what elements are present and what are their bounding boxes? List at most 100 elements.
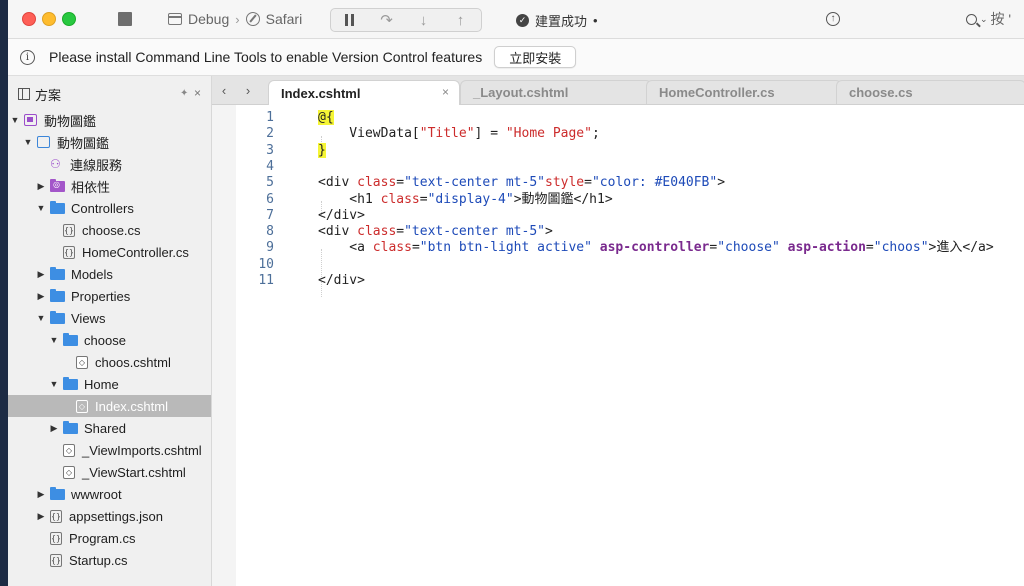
tab-index-cshtml[interactable]: Index.cshtml × xyxy=(268,80,460,105)
tree-item-label: 相依性 xyxy=(71,179,111,195)
close-tab-icon[interactable]: × xyxy=(442,85,449,99)
disclosure-expanded-icon[interactable]: ▼ xyxy=(23,137,33,147)
disclosure-expanded-icon[interactable]: ▼ xyxy=(36,313,46,323)
line-source: <div class="text-center mt-5"style="colo… xyxy=(318,175,725,191)
tree-item-label: Program.cs xyxy=(69,530,136,546)
status-dot: • xyxy=(593,13,598,28)
code-token: = xyxy=(709,240,718,256)
tree-item[interactable]: ▼ choose xyxy=(8,329,211,351)
code-token: class xyxy=(372,240,412,256)
step-over-button[interactable]: ↷ xyxy=(368,9,405,31)
razor-file-icon: ◇ xyxy=(76,355,88,369)
line-source: <div class="text-center mt-5"> xyxy=(318,224,553,240)
minimize-window-button[interactable] xyxy=(42,12,56,26)
tab-choose-cs[interactable]: choose.cs xyxy=(836,80,1024,104)
code-line[interactable]: 10 xyxy=(212,257,1024,273)
solution-pad: 方案 ✦ × ▼ 動物圖鑑 ▼ 動物圖鑑 ⚇ 連線服務 ▶ 相依性 ▼ Controllers {}… xyxy=(8,76,212,586)
chevron-left-icon: ‹ xyxy=(221,82,227,98)
code-line[interactable]: 11 </div> xyxy=(212,273,1024,289)
code-line[interactable]: 3} xyxy=(212,142,1024,159)
close-icon[interactable]: × xyxy=(194,86,201,100)
run-target-selector[interactable]: Debug › Safari xyxy=(168,10,302,28)
tree-item[interactable]: ▼ 動物圖鑑 xyxy=(8,109,211,131)
tree-item[interactable]: ▼ Controllers xyxy=(8,197,211,219)
forward-button[interactable]: › xyxy=(236,76,260,104)
close-window-button[interactable] xyxy=(22,12,36,26)
tree-item[interactable]: {} Program.cs xyxy=(8,527,211,549)
line-number: 10 xyxy=(258,256,274,272)
tree-item[interactable]: ▼ 動物圖鑑 xyxy=(8,131,211,153)
tree-item-label: Shared xyxy=(84,420,126,436)
tree-item-label: appsettings.json xyxy=(69,508,163,524)
csharp-file-icon: {} xyxy=(63,245,75,259)
disclosure-collapsed-icon[interactable]: ▶ xyxy=(36,181,46,192)
tree-item[interactable]: ▶ Shared xyxy=(8,417,211,439)
code-token: > xyxy=(717,175,726,191)
disclosure-collapsed-icon[interactable]: ▶ xyxy=(36,269,46,280)
pin-icon[interactable]: ✦ xyxy=(180,88,188,99)
code-line[interactable]: 5 <div class="text-center mt-5"style="col… xyxy=(212,175,1024,191)
tree-item[interactable]: {} HomeController.cs xyxy=(8,241,211,263)
build-status-text: 建置成功 xyxy=(535,14,588,29)
disclosure-collapsed-icon[interactable]: ▶ xyxy=(36,489,46,500)
solution-pad-title: 方案 xyxy=(35,87,62,103)
tab-label: HomeController.cs xyxy=(659,85,775,100)
tree-item[interactable]: ▶ 相依性 xyxy=(8,175,211,197)
code-line[interactable]: 9 <a class="btn btn-light active" asp-co… xyxy=(212,240,1024,256)
search-box[interactable]: ⌄ 按 ' xyxy=(966,8,1011,30)
code-token: } xyxy=(318,142,326,158)
tree-item[interactable]: ◇ choos.cshtml xyxy=(8,351,211,373)
line-source: @{ xyxy=(318,110,334,126)
disclosure-expanded-icon[interactable]: ▼ xyxy=(49,379,59,389)
disclosure-expanded-icon[interactable]: ▼ xyxy=(10,115,20,125)
code-line[interactable]: 4 xyxy=(212,159,1024,175)
code-token: = xyxy=(396,175,405,191)
csharp-file-icon: {} xyxy=(63,223,75,237)
step-over-icon: ↷ xyxy=(380,12,393,29)
tree-item[interactable]: ▶ Models xyxy=(8,263,211,285)
code-line[interactable]: 7 </div> xyxy=(212,208,1024,224)
pause-button[interactable] xyxy=(331,9,368,31)
code-line[interactable]: 2 ViewData["Title"] = "Home Page"; xyxy=(212,126,1024,142)
tree-item[interactable]: ▶ {} appsettings.json xyxy=(8,505,211,527)
code-editor[interactable]: 1 @{2 ViewData["Title"] = "Home Page"; 3} 4… xyxy=(212,105,1024,586)
browser-label[interactable]: Safari xyxy=(266,11,303,27)
tree-item[interactable]: ▼ Home xyxy=(8,373,211,395)
step-into-button[interactable]: ↓ xyxy=(405,9,442,31)
tab-label: Index.cshtml xyxy=(281,85,361,101)
tree-item[interactable]: {} choose.cs xyxy=(8,219,211,241)
disclosure-collapsed-icon[interactable]: ▶ xyxy=(49,423,59,434)
code-token: ; xyxy=(591,126,600,142)
code-line[interactable]: 6 <h1 class="display-4">動物圖鑑</h1> xyxy=(212,192,1024,208)
tree-item[interactable]: ◇ _ViewStart.cshtml xyxy=(8,461,211,483)
back-button[interactable]: ‹ xyxy=(212,76,236,104)
build-config-label[interactable]: Debug xyxy=(188,11,229,27)
line-source: ViewData["Title"] = "Home Page"; xyxy=(318,126,600,142)
line-number: 8 xyxy=(266,224,274,240)
tab-homecontroller-cs[interactable]: HomeController.cs xyxy=(646,80,842,104)
zoom-window-button[interactable] xyxy=(62,12,76,26)
code-line[interactable]: 1 @{ xyxy=(212,110,1024,126)
code-token: style xyxy=(545,175,585,191)
tree-item[interactable]: ◇ Index.cshtml xyxy=(8,395,211,417)
tab-layout-cshtml[interactable]: _Layout.cshtml xyxy=(460,80,652,104)
code-line[interactable]: 8 <div class="text-center mt-5"> xyxy=(212,224,1024,240)
disclosure-collapsed-icon[interactable]: ▶ xyxy=(36,511,46,522)
line-source: <a class="btn btn-light active" asp-cont… xyxy=(318,240,993,256)
tree-item[interactable]: ⚇ 連線服務 xyxy=(8,153,211,175)
search-hint[interactable]: 按 ' xyxy=(991,9,1012,29)
disclosure-expanded-icon[interactable]: ▼ xyxy=(49,335,59,345)
tree-item-label: _ViewStart.cshtml xyxy=(82,464,186,480)
step-out-button[interactable]: ↑ xyxy=(442,9,479,31)
install-now-button[interactable]: 立即安裝 xyxy=(494,46,577,68)
updates-icon[interactable]: ↑ xyxy=(826,12,840,26)
tree-item[interactable]: ▶ wwwroot xyxy=(8,483,211,505)
disclosure-expanded-icon[interactable]: ▼ xyxy=(36,203,46,213)
tree-item[interactable]: ▼ Views xyxy=(8,307,211,329)
disclosure-collapsed-icon[interactable]: ▶ xyxy=(36,291,46,302)
tree-item[interactable]: ◇ _ViewImports.cshtml xyxy=(8,439,211,461)
tree-item[interactable]: ▶ Properties xyxy=(8,285,211,307)
line-source: </div> xyxy=(318,208,365,224)
tree-item[interactable]: {} Startup.cs xyxy=(8,549,211,571)
stop-icon[interactable] xyxy=(118,12,132,26)
